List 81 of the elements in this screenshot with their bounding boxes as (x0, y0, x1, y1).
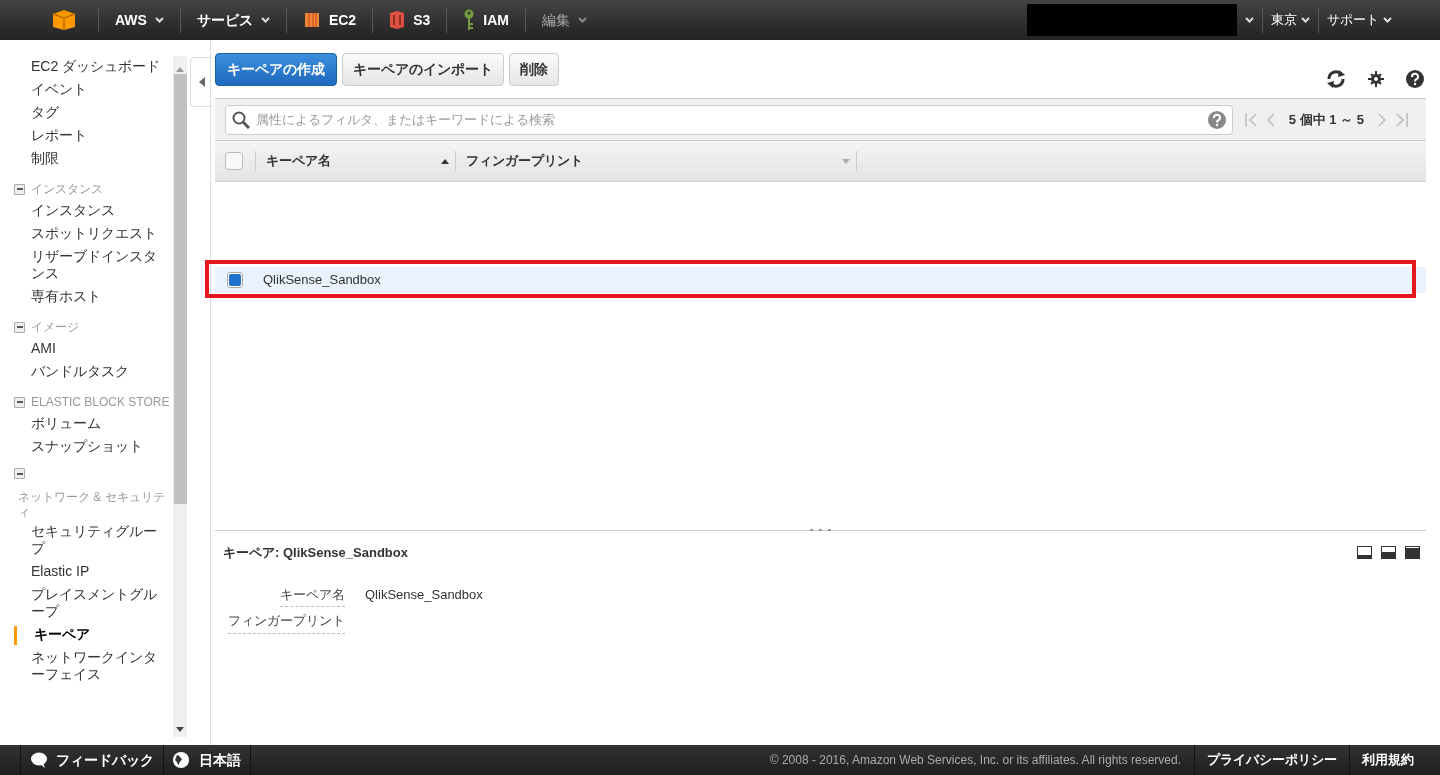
nav-link[interactable]: レポート (0, 124, 173, 147)
create-button[interactable]: キーペアの作成 (215, 52, 337, 86)
nav-link[interactable]: バンドルタスク (0, 360, 173, 383)
language-button[interactable]: 日本語 (164, 745, 251, 775)
panel-layout-icon[interactable] (1381, 546, 1396, 560)
nav-menu[interactable]: 東京 (1263, 10, 1318, 30)
globe-icon (173, 752, 189, 768)
row-checkbox[interactable] (227, 272, 243, 288)
caret-down-icon (577, 17, 587, 23)
nav-menu[interactable]: サービス (180, 0, 286, 40)
collapse-toggle[interactable] (14, 396, 25, 408)
nav-link[interactable]: 専有ホスト (0, 285, 173, 308)
select-all-checkbox[interactable] (225, 152, 243, 170)
collapse-sidebar-button[interactable] (190, 57, 212, 107)
scrollbar[interactable] (173, 56, 187, 737)
scroll-thumb[interactable] (173, 74, 187, 504)
caret-down-icon (154, 17, 164, 23)
table-row[interactable]: QlikSense_Sandbox (215, 267, 1426, 293)
group-heading: インスタンス (31, 181, 103, 198)
speech-bubble-icon (30, 752, 48, 768)
pagination-label: 5 個中 1 ～ 5 (1288, 110, 1364, 129)
column-header[interactable]: キーペア名 (256, 141, 455, 181)
nav-link[interactable]: EC2 ダッシュボード (0, 55, 173, 78)
field-label: キーペア名 (280, 584, 345, 607)
nav-link[interactable]: ネットワークインターフェイス (0, 646, 173, 686)
caret-down-icon (1245, 17, 1254, 23)
group-heading: ELASTIC BLOCK STORE (31, 394, 170, 411)
search-field[interactable]: 属性によるフィルタ、またはキーワードによる検索 (225, 104, 1233, 135)
panel-layout-icon[interactable] (1405, 546, 1420, 560)
nav-link[interactable]: タグ (0, 101, 173, 124)
group-heading: イメージ (31, 319, 79, 336)
service-shortcut[interactable]: IAM (447, 0, 525, 40)
bucket-icon (389, 10, 406, 30)
edit-menu[interactable]: 編集 (525, 0, 603, 40)
resize-handle-icon[interactable] (807, 529, 834, 533)
search-icon (232, 110, 250, 129)
key-icon (463, 9, 476, 31)
toolbar-button[interactable]: キーペアのインポート (342, 52, 504, 86)
nav-link[interactable]: イベント (0, 78, 173, 101)
selected-indicator (14, 626, 17, 645)
search-input: 属性によるフィルタ、またはキーワードによる検索 (256, 109, 1202, 130)
collapse-toggle[interactable] (14, 321, 25, 333)
field-label: フィンガープリント (228, 611, 345, 634)
details-title: キーペア: QlikSense_Sandbox (223, 544, 408, 562)
panel-layout-icon[interactable] (1357, 546, 1372, 560)
service-shortcut[interactable]: S3 (373, 0, 447, 40)
nav-link[interactable]: プレイスメントグループ (0, 583, 173, 623)
nav-link[interactable]: インスタンス (0, 199, 173, 222)
footer-link[interactable]: プライバシーポリシー (1194, 745, 1349, 775)
service-shortcut[interactable]: EC2 (286, 0, 373, 40)
toolbar-button[interactable]: 削除 (509, 52, 559, 86)
copyright-text: © 2008 - 2016, Amazon Web Services, Inc. or its affiliates. All rights reserved. (768, 752, 1182, 769)
caret-left-icon (198, 77, 205, 87)
help-icon[interactable] (1406, 70, 1424, 88)
footer-link[interactable]: 利用規約 (1349, 745, 1426, 775)
refresh-icon[interactable] (1326, 70, 1346, 88)
table-cell-text: QlikSense_Sandbox (263, 271, 382, 290)
cube-logo-icon (52, 9, 76, 31)
column-header[interactable]: フィンガープリント (456, 141, 856, 181)
nav-link[interactable]: セキュリティグループ (0, 520, 173, 560)
caret-down-icon (260, 17, 270, 23)
nav-link[interactable]: キーペア (0, 623, 173, 646)
settings-icon[interactable] (1368, 71, 1384, 87)
collapse-toggle[interactable] (14, 468, 25, 479)
nav-link[interactable]: AMI (0, 337, 173, 360)
scroll-down-icon[interactable] (176, 727, 184, 733)
nav-link[interactable]: Elastic IP (0, 560, 173, 583)
field-value: QlikSense_Sandbox (365, 585, 484, 604)
nav-menu[interactable]: サポート (1319, 10, 1400, 30)
collapse-toggle[interactable] (14, 183, 25, 195)
nav-link[interactable]: スポットリクエスト (0, 222, 173, 245)
caret-down-icon (1301, 17, 1310, 23)
nav-menu[interactable]: AWS (99, 0, 180, 40)
caret-down-icon (1383, 17, 1392, 23)
nav-link[interactable]: スナップショット (0, 435, 173, 458)
feedback-button[interactable]: フィードバック (20, 745, 164, 775)
group-heading: ネットワーク & セキュリティ (17, 490, 166, 520)
nav-link[interactable]: 制限 (0, 147, 173, 170)
nav-link[interactable]: ボリューム (0, 412, 173, 435)
server-icon (302, 10, 321, 30)
nav-link[interactable]: リザーブドインスタンス (0, 245, 173, 285)
